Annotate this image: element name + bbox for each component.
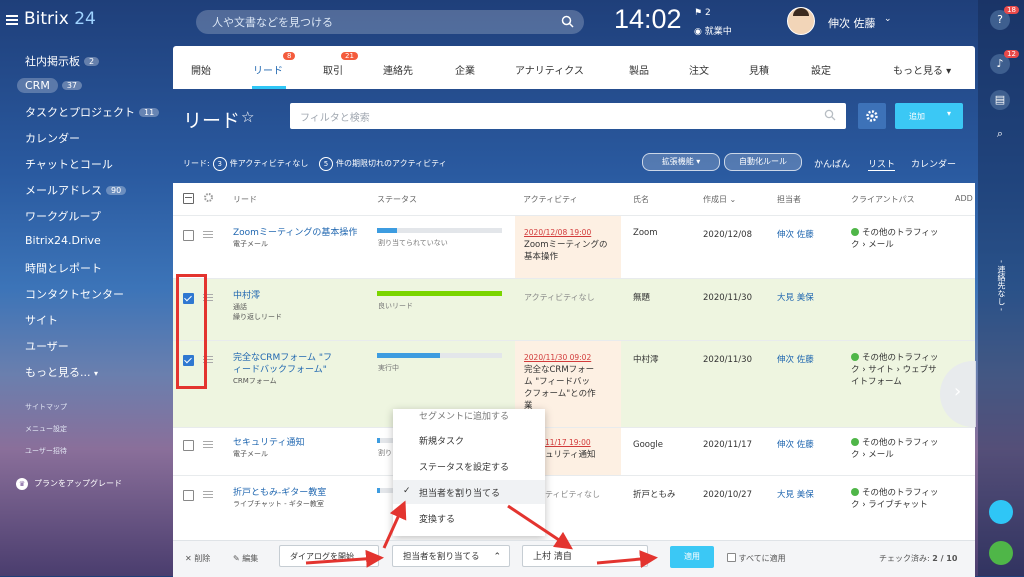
annotation-arrows (305, 500, 658, 569)
